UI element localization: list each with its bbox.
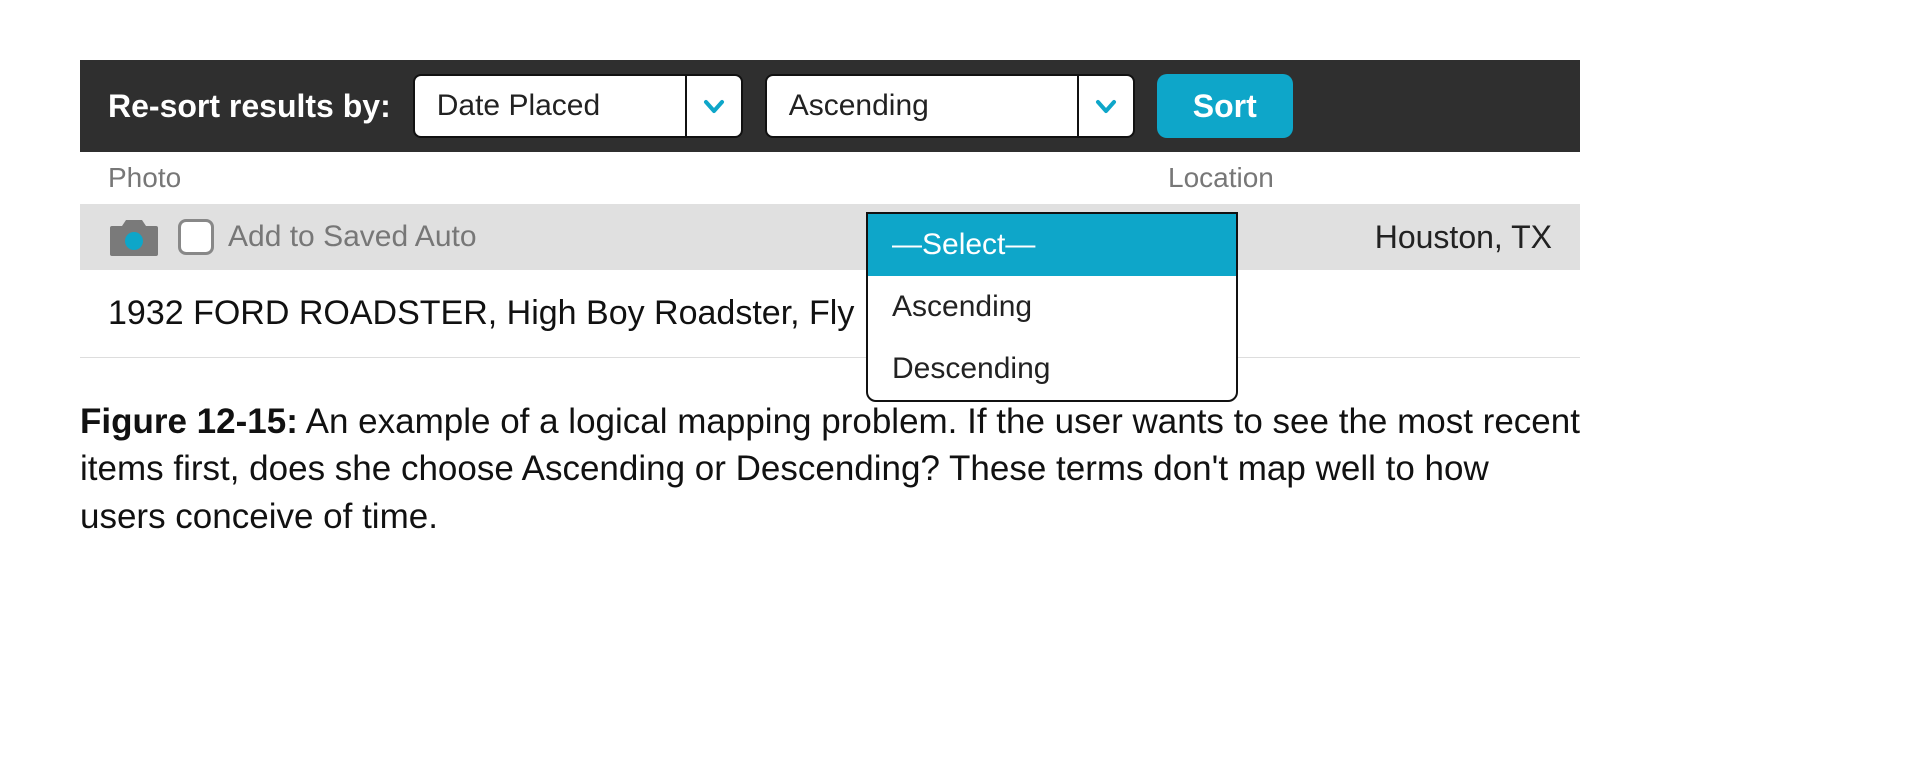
column-header-photo: Photo [108,162,1168,194]
dropdown-option-select[interactable]: —Select— [868,214,1236,276]
save-checkbox[interactable] [178,219,214,255]
sort-button[interactable]: Sort [1157,74,1293,138]
listing-description: 1932 FORD ROADSTER, High Boy Roadster, F… [80,270,1580,341]
figure-text: An example of a logical mapping problem.… [80,402,1580,536]
sort-bar: Re-sort results by: Date Placed Ascendin… [80,60,1580,152]
chevron-down-icon [685,76,741,136]
sort-field-select[interactable]: Date Placed [413,74,743,138]
sort-field-value: Date Placed [415,89,685,123]
column-header-location: Location [1168,162,1552,194]
sort-order-value: Ascending [767,89,1077,123]
sort-order-dropdown: —Select— Ascending Descending [866,212,1238,402]
dropdown-option-descending[interactable]: Descending [868,338,1236,400]
chevron-down-icon [1077,76,1133,136]
screenshot-panel: Re-sort results by: Date Placed Ascendin… [80,60,1580,358]
camera-icon [108,216,160,258]
figure-label: Figure 12-15: [80,402,298,441]
sort-order-select[interactable]: Ascending [765,74,1135,138]
listing-location: Houston, TX [1375,219,1552,256]
column-headers: Photo Location [80,152,1580,204]
figure-caption: Figure 12-15: An example of a logical ma… [80,358,1580,540]
dropdown-option-ascending[interactable]: Ascending [868,276,1236,338]
sort-label: Re-sort results by: [108,88,391,125]
listing-row: Add to Saved Auto Houston, TX [80,204,1580,270]
